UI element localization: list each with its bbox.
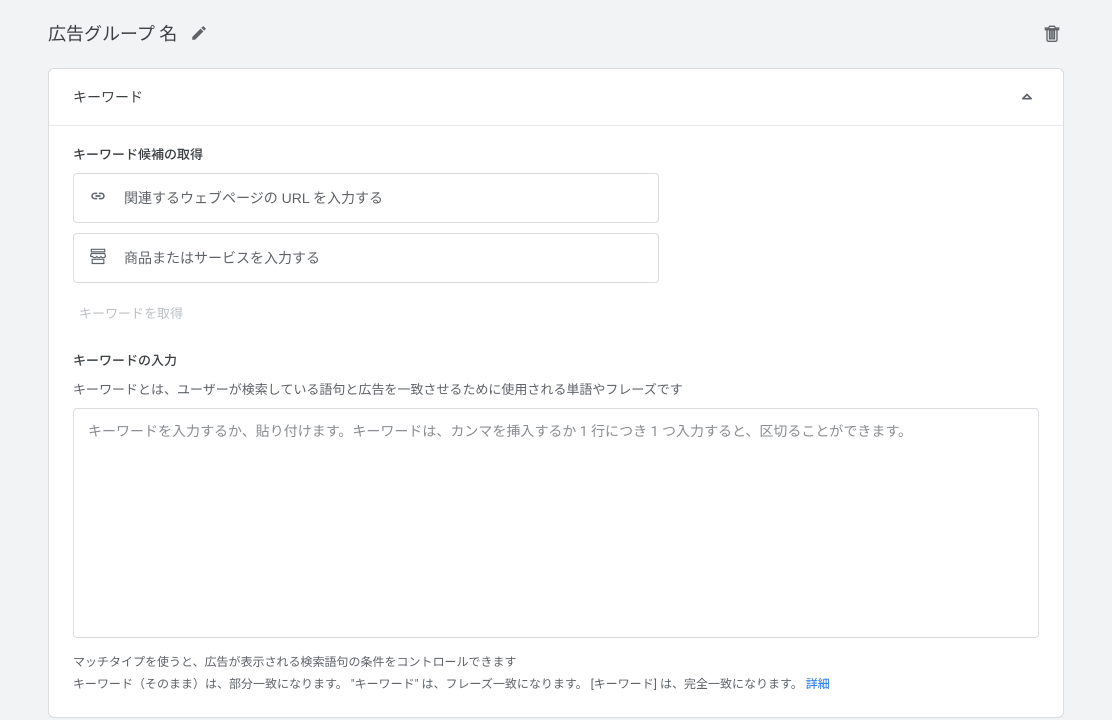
- product-input[interactable]: [124, 250, 644, 266]
- details-link[interactable]: 詳細: [806, 677, 830, 691]
- footnote-line1: マッチタイプを使うと、広告が表示される検索語句の条件をコントロールできます: [73, 652, 1039, 674]
- card-title: キーワード: [73, 87, 143, 107]
- delete-icon[interactable]: [1040, 21, 1064, 45]
- entry-section-label: キーワードの入力: [73, 350, 1039, 369]
- link-icon: [88, 186, 108, 210]
- url-input-row[interactable]: [73, 173, 659, 223]
- keyword-textarea[interactable]: [73, 408, 1039, 638]
- page-title: 広告グループ 名: [48, 20, 177, 46]
- match-type-footnote: マッチタイプを使うと、広告が表示される検索語句の条件をコントロールできます キー…: [73, 652, 1039, 695]
- footnote-line2-wrap: キーワード（そのまま）は、部分一致になります。 "キーワード" は、フレーズ一致…: [73, 674, 1039, 696]
- keyword-card: キーワード キーワード候補の取得 キーワードを取得 キーワードの入力 キーワード…: [48, 68, 1064, 718]
- entry-description: キーワードとは、ユーザーが検索している語句と広告を一致させるために使用される単語…: [73, 379, 1039, 398]
- suggest-section-label: キーワード候補の取得: [73, 144, 1039, 163]
- get-keywords-button: キーワードを取得: [73, 293, 1039, 326]
- url-input[interactable]: [124, 190, 644, 206]
- collapse-icon[interactable]: [1015, 85, 1039, 109]
- card-header[interactable]: キーワード: [49, 69, 1063, 126]
- edit-icon[interactable]: [187, 21, 211, 45]
- storefront-icon: [88, 246, 108, 270]
- product-input-row[interactable]: [73, 233, 659, 283]
- footnote-line2: キーワード（そのまま）は、部分一致になります。 "キーワード" は、フレーズ一致…: [73, 677, 806, 691]
